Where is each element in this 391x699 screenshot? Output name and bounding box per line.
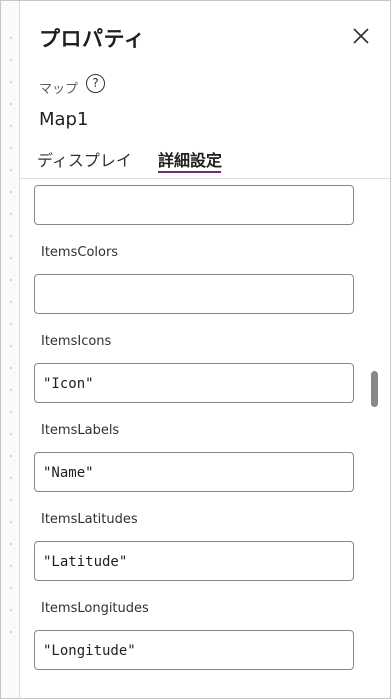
itemslabels-field[interactable]: "Name" [34, 452, 354, 492]
panel-title: プロパティ [39, 27, 146, 51]
itemslatitudes-field[interactable]: "Latitude" [34, 541, 354, 581]
help-icon[interactable]: ? [86, 74, 105, 93]
control-type-label: マップ [39, 82, 79, 97]
control-name: Map1 [39, 109, 89, 130]
property-field[interactable] [34, 185, 354, 225]
scrollbar-thumb[interactable] [371, 371, 378, 407]
property-label-itemslongitudes: ItemsLongitudes [41, 601, 149, 616]
property-label-itemslabels: ItemsLabels [41, 423, 120, 438]
itemslongitudes-field[interactable]: "Longitude" [34, 630, 354, 670]
property-label-itemsicons: ItemsIcons [41, 334, 112, 349]
tab-display[interactable]: ディスプレイ [37, 147, 132, 171]
itemscolors-field[interactable] [34, 274, 354, 314]
itemsicons-field[interactable]: "Icon" [34, 363, 354, 403]
properties-window: プロパティ マップ ? Map1 ディスプレイ 詳細設定 ItemsColors… [0, 0, 391, 699]
tab-advanced[interactable]: 詳細設定 [158, 147, 222, 171]
property-label-itemslatitudes: ItemsLatitudes [41, 512, 138, 527]
canvas-gutter [1, 1, 20, 698]
properties-list: ItemsColors ItemsIcons "Icon" ItemsLabel… [20, 179, 390, 698]
property-label-itemscolors: ItemsColors [41, 245, 119, 260]
close-button[interactable] [350, 25, 372, 47]
close-icon [353, 28, 369, 44]
properties-panel: プロパティ マップ ? Map1 ディスプレイ 詳細設定 ItemsColors… [20, 1, 390, 698]
active-tab-indicator [158, 171, 221, 173]
